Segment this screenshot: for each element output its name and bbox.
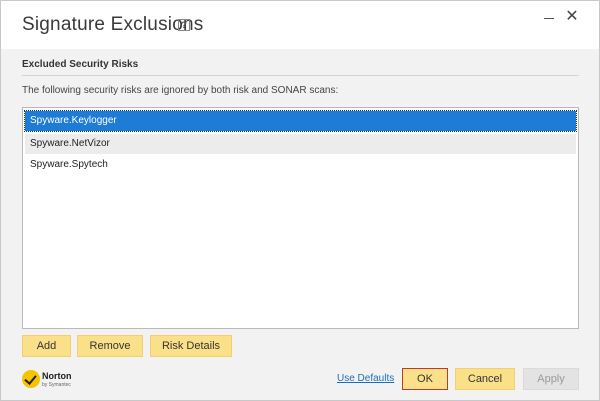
risk-details-button[interactable]: Risk Details <box>150 335 232 357</box>
norton-check-icon <box>22 370 40 388</box>
apply-button[interactable]: Apply <box>523 368 579 390</box>
dialog-title: Signature Exclusions <box>22 14 204 35</box>
cancel-button[interactable]: Cancel <box>455 368 515 390</box>
minimize-icon[interactable] <box>542 9 556 27</box>
help-icon[interactable]: ? <box>178 19 190 31</box>
ok-button[interactable]: OK <box>402 368 448 390</box>
remove-button[interactable]: Remove <box>77 335 143 357</box>
signature-exclusions-dialog: Signature Exclusions ? ✕ Excluded Securi… <box>0 0 600 401</box>
excluded-risks-list[interactable]: Spyware.Keylogger Spyware.NetVizor Spywa… <box>22 107 579 329</box>
list-item[interactable]: Spyware.NetVizor <box>25 134 576 154</box>
norton-logo: Norton by Symantec <box>22 370 74 392</box>
list-item[interactable]: Spyware.Spytech <box>25 155 576 175</box>
norton-brand: Norton <box>42 371 72 381</box>
section-title: Excluded Security Risks <box>22 59 139 70</box>
dialog-header: Signature Exclusions ? ✕ <box>1 1 599 49</box>
section-divider <box>22 75 579 76</box>
close-icon[interactable]: ✕ <box>564 8 580 26</box>
use-defaults-link[interactable]: Use Defaults <box>337 373 394 384</box>
norton-brand-sub: by Symantec <box>42 382 71 388</box>
list-item[interactable]: Spyware.Keylogger <box>24 110 577 132</box>
section-description: The following security risks are ignored… <box>22 85 339 96</box>
add-button[interactable]: Add <box>22 335 71 357</box>
